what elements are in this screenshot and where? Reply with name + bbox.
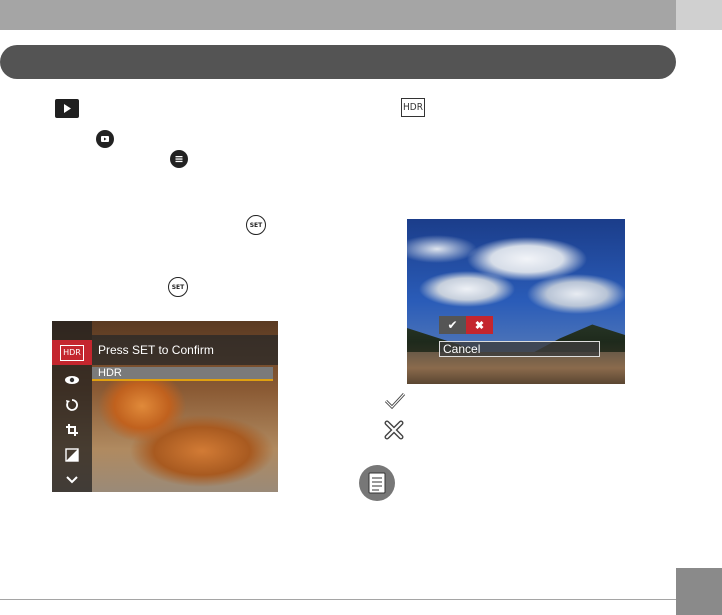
chevron-down-icon <box>66 475 78 483</box>
hdr-icon: HDR <box>401 98 425 117</box>
cancel-button[interactable]: ✖ <box>466 316 493 334</box>
menu-title: Press SET to Confirm <box>92 335 278 365</box>
crop-icon <box>66 423 78 436</box>
play-icon <box>55 99 79 118</box>
cross-icon <box>384 420 404 440</box>
side-item-red-eye[interactable] <box>52 367 92 392</box>
rotate-icon <box>66 398 78 411</box>
check-icon <box>384 392 406 410</box>
set-button-icon: SET <box>168 277 188 297</box>
side-item-rotate[interactable] <box>52 392 92 417</box>
side-item-more[interactable] <box>52 467 92 492</box>
hdr-icon: HDR <box>60 344 84 361</box>
camera-screen-hdr-menu: HDR Press SET to Confirm HDR <box>52 321 278 492</box>
section-title-bar <box>0 45 676 79</box>
confirm-button[interactable]: ✔ <box>439 316 466 334</box>
side-item-hdr[interactable]: HDR <box>52 340 92 365</box>
footer-rule <box>0 599 676 600</box>
set-button-icon: SET <box>246 215 266 235</box>
camera-screen-hdr-confirm: ✔ ✖ Cancel <box>407 219 625 384</box>
header-bar <box>0 0 676 30</box>
page-corner-tab <box>676 568 722 615</box>
exposure-icon <box>65 447 79 462</box>
eye-icon <box>65 375 79 384</box>
side-menu: HDR <box>52 321 92 492</box>
note-icon <box>359 465 395 501</box>
edge-tab <box>676 0 722 30</box>
side-item-exposure[interactable] <box>52 442 92 467</box>
menu-button-icon <box>170 150 188 168</box>
selected-option[interactable]: HDR <box>92 367 273 381</box>
playback-button-icon <box>96 130 114 148</box>
side-item-crop[interactable] <box>52 417 92 442</box>
cancel-label: Cancel <box>439 341 600 357</box>
